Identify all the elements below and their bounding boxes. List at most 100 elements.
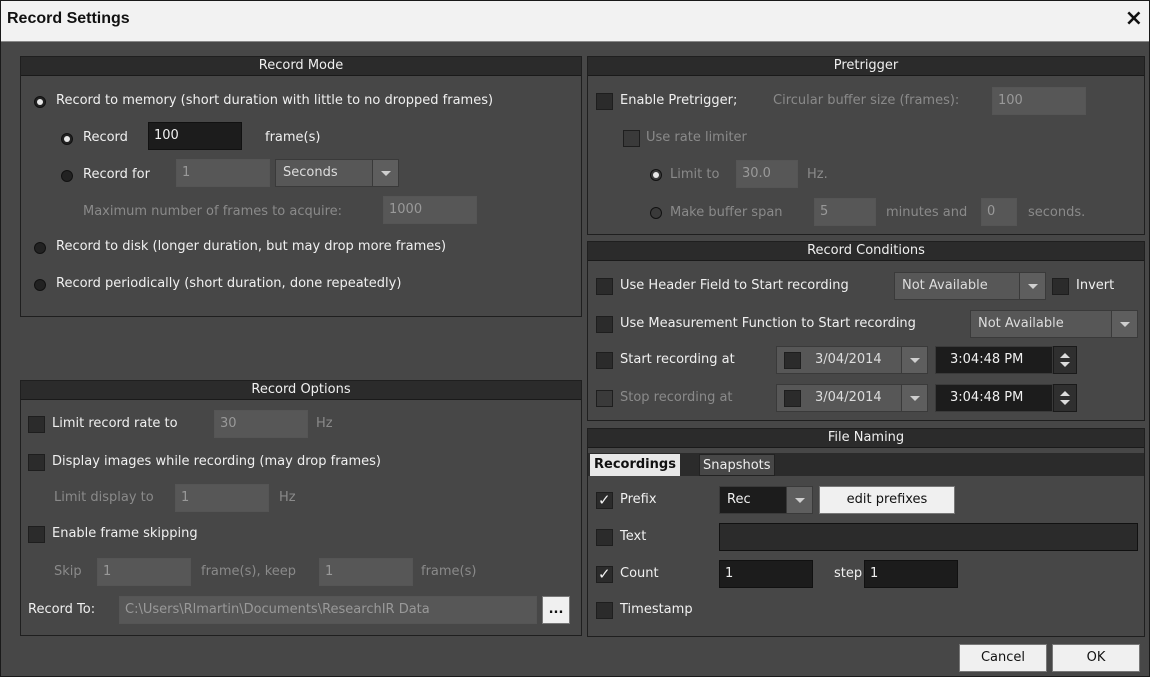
limit-display-unit: Hz (279, 490, 296, 505)
use-rate-limiter-checkbox[interactable] (623, 130, 640, 147)
stop-date-picker[interactable]: 3/04/2014 (776, 384, 928, 412)
chevron-down-icon (901, 385, 927, 411)
frame-skipping-checkbox[interactable] (28, 526, 45, 543)
edit-prefixes-button[interactable]: edit prefixes (819, 486, 955, 514)
skip-input[interactable]: 1 (97, 558, 191, 586)
chevron-down-icon (1111, 311, 1137, 337)
step-input[interactable]: 1 (864, 560, 958, 588)
timestamp-label: Timestamp (620, 602, 693, 617)
stop-time-value: 3:04:48 PM (950, 390, 1024, 405)
stop-date-value: 3/04/2014 (815, 390, 882, 405)
file-naming-header: File Naming (588, 429, 1144, 448)
stop-date-checkbox[interactable] (784, 390, 801, 407)
start-recording-checkbox[interactable] (596, 352, 613, 369)
limit-record-rate-input[interactable]: 30 (214, 410, 308, 438)
skip-label: Skip (54, 564, 82, 579)
limit-record-rate-label: Limit record rate to (52, 416, 178, 431)
record-options-header: Record Options (21, 381, 581, 400)
record-mode-header: Record Mode (21, 57, 581, 76)
tab-recordings[interactable]: Recordings (590, 454, 680, 476)
measurement-label: Use Measurement Function to Start record… (620, 316, 916, 331)
radio-buffer-span[interactable] (650, 207, 662, 219)
measurement-checkbox[interactable] (596, 316, 613, 333)
count-input[interactable]: 1 (719, 560, 813, 588)
timestamp-checkbox[interactable] (596, 602, 613, 619)
count-label: Count (620, 566, 659, 581)
record-mode-panel: Record Mode Record to memory (short dura… (20, 56, 582, 317)
display-images-label: Display images while recording (may drop… (52, 454, 382, 469)
record-to-disk-label: Record to disk (longer duration, but may… (56, 239, 447, 254)
buffer-span-label: Make buffer span (670, 205, 783, 220)
start-time-input[interactable]: 3:04:48 PM (935, 346, 1053, 374)
record-frames-input[interactable]: 100 (148, 122, 242, 150)
display-images-checkbox[interactable] (28, 454, 45, 471)
measurement-select[interactable]: Not Available (970, 310, 1138, 338)
max-frames-input[interactable]: 1000 (383, 196, 477, 224)
use-rate-limiter-label: Use rate limiter (646, 130, 747, 145)
count-checkbox[interactable] (596, 565, 613, 583)
chevron-down-icon (372, 160, 398, 186)
start-date-checkbox[interactable] (784, 352, 801, 369)
record-conditions-header: Record Conditions (588, 242, 1144, 261)
measurement-value: Not Available (978, 316, 1064, 331)
text-label: Text (620, 529, 647, 544)
chevron-down-icon (786, 487, 812, 513)
pretrigger-header: Pretrigger (588, 57, 1144, 76)
record-to-path-input[interactable]: C:\Users\Rlmartin\Documents\ResearchIR D… (119, 596, 537, 624)
radio-record-to-disk[interactable] (34, 242, 46, 254)
cancel-button[interactable]: Cancel (959, 644, 1047, 672)
header-field-select[interactable]: Not Available (894, 272, 1046, 300)
stop-recording-label: Stop recording at (620, 390, 733, 405)
limit-display-label: Limit display to (54, 490, 154, 505)
radio-record-for[interactable] (61, 170, 73, 182)
record-periodically-label: Record periodically (short duration, don… (56, 276, 402, 291)
limit-record-rate-checkbox[interactable] (28, 416, 45, 433)
radio-record-periodically[interactable] (34, 279, 46, 291)
text-checkbox[interactable] (596, 529, 613, 546)
enable-pretrigger-label: Enable Pretrigger; (620, 93, 738, 108)
title-bar: Record Settings × (1, 1, 1149, 42)
record-for-input[interactable]: 1 (176, 159, 270, 187)
radio-record-to-memory[interactable] (34, 96, 46, 108)
prefix-label: Prefix (620, 492, 657, 507)
seconds-label: seconds. (1028, 205, 1086, 220)
record-for-unit-select[interactable]: Seconds (275, 159, 399, 187)
span-minutes-input[interactable]: 5 (814, 198, 876, 226)
stop-time-input[interactable]: 3:04:48 PM (935, 384, 1053, 412)
start-time-spinner[interactable] (1053, 346, 1077, 374)
radio-record-frames[interactable] (61, 133, 73, 145)
tab-snapshots[interactable]: Snapshots (699, 454, 775, 476)
max-frames-label: Maximum number of frames to acquire: (83, 204, 343, 219)
enable-pretrigger-checkbox[interactable] (596, 93, 613, 110)
invert-checkbox[interactable] (1052, 278, 1069, 295)
step-label: step (834, 566, 863, 581)
limit-to-input[interactable]: 30.0 (736, 160, 798, 188)
start-recording-label: Start recording at (620, 352, 735, 367)
limit-to-label: Limit to (670, 167, 720, 182)
record-options-panel: Record Options Limit record rate to 30 H… (20, 380, 582, 636)
ok-button[interactable]: OK (1052, 644, 1140, 672)
start-date-picker[interactable]: 3/04/2014 (776, 346, 928, 374)
prefix-value: Rec (727, 492, 751, 507)
limit-display-input[interactable]: 1 (175, 484, 269, 512)
chevron-down-icon (1019, 273, 1045, 299)
text-input[interactable] (719, 523, 1138, 551)
browse-button[interactable]: ... (542, 596, 570, 624)
record-to-memory-label: Record to memory (short duration with li… (56, 93, 494, 108)
buffer-size-input[interactable]: 100 (992, 87, 1086, 115)
header-field-checkbox[interactable] (596, 278, 613, 295)
stop-recording-checkbox[interactable] (596, 390, 613, 407)
keep-input[interactable]: 1 (319, 558, 413, 586)
span-seconds-input[interactable]: 0 (981, 198, 1017, 226)
prefix-select[interactable]: Rec (719, 486, 813, 514)
radio-limit-to[interactable] (650, 169, 662, 181)
invert-label: Invert (1076, 278, 1115, 293)
close-icon[interactable]: × (1125, 6, 1143, 31)
header-field-label: Use Header Field to Start recording (620, 278, 849, 293)
prefix-checkbox[interactable] (596, 491, 613, 509)
record-settings-dialog: Record Settings × Record Mode Record to … (0, 0, 1150, 677)
stop-time-spinner[interactable] (1053, 384, 1077, 412)
record-for-label: Record for (83, 167, 150, 182)
keep-label: frame(s), keep (201, 564, 297, 579)
record-label: Record (83, 130, 128, 145)
